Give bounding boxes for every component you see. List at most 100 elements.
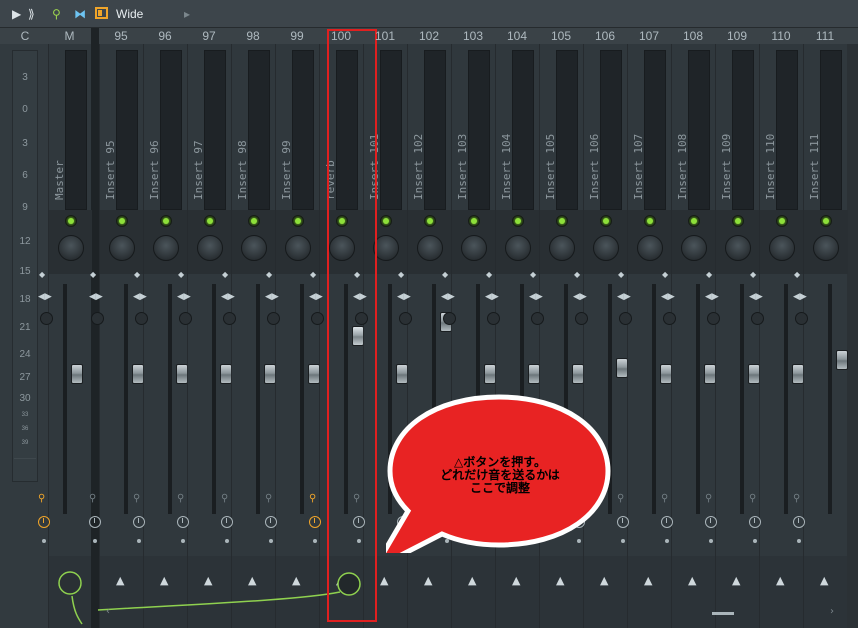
swap-icon[interactable]: ◆ — [662, 271, 668, 279]
swap-icon[interactable]: ◆ — [134, 271, 140, 279]
stereo-icon[interactable]: ◀▶ — [265, 292, 279, 302]
enable-led-icon[interactable] — [732, 215, 744, 227]
swap-icon[interactable]: ◆ — [442, 271, 448, 279]
stereo-icon[interactable]: ◀▶ — [397, 292, 411, 302]
stereo-knob[interactable] — [91, 312, 104, 325]
stereo-icon[interactable]: ◀▶ — [133, 292, 147, 302]
route-dot-icon[interactable] — [797, 539, 801, 543]
menu-arrow-icon[interactable]: ▶ — [12, 7, 21, 21]
stereo-icon[interactable]: ◀▶ — [749, 292, 763, 302]
record-mic-icon[interactable]: ⚲ — [89, 493, 96, 504]
record-mic-icon[interactable]: ⚲ — [793, 493, 800, 504]
send-triangle-icon[interactable]: ▲ — [776, 574, 784, 587]
stereo-icon[interactable]: ◀▶ — [705, 292, 719, 302]
enable-led-icon[interactable] — [512, 215, 524, 227]
latency-clock-icon[interactable] — [705, 516, 717, 528]
stereo-knob[interactable] — [663, 312, 676, 325]
enable-led-icon[interactable] — [248, 215, 260, 227]
swap-icon[interactable]: ◆ — [310, 271, 316, 279]
swap-icon[interactable]: ◆ — [222, 271, 228, 279]
route-dot-icon[interactable] — [93, 539, 97, 543]
send-triangle-icon[interactable]: ▲ — [424, 574, 432, 587]
stereo-icon[interactable]: ◀▶ — [89, 292, 103, 302]
pan-knob[interactable] — [813, 235, 839, 261]
swap-icon[interactable]: ◆ — [266, 271, 272, 279]
record-mic-icon[interactable]: ⚲ — [749, 493, 756, 504]
swap-icon[interactable]: ◆ — [486, 271, 492, 279]
pan-knob[interactable] — [241, 235, 267, 261]
latency-clock-icon[interactable] — [749, 516, 761, 528]
stereo-knob[interactable] — [795, 312, 808, 325]
route-dot-icon[interactable] — [753, 539, 757, 543]
stereo-icon[interactable]: ◀▶ — [441, 292, 455, 302]
send-triangle-icon[interactable]: ▲ — [600, 574, 608, 587]
route-dot-icon[interactable] — [709, 539, 713, 543]
pan-knob[interactable] — [58, 235, 84, 261]
enable-led-icon[interactable] — [776, 215, 788, 227]
latency-clock-icon[interactable] — [89, 516, 101, 528]
pan-knob[interactable] — [197, 235, 223, 261]
stereo-knob[interactable] — [531, 312, 544, 325]
send-triangle-icon[interactable]: ▲ — [732, 574, 740, 587]
pan-knob[interactable] — [549, 235, 575, 261]
swap-icon[interactable]: ◆ — [750, 271, 756, 279]
stereo-knob[interactable] — [399, 312, 412, 325]
pan-knob[interactable] — [109, 235, 135, 261]
latency-clock-icon[interactable] — [309, 516, 321, 528]
enable-led-icon[interactable] — [424, 215, 436, 227]
route-dot-icon[interactable] — [181, 539, 185, 543]
swap-icon[interactable]: ◆ — [706, 271, 712, 279]
mixer-strip[interactable]: Insert 111 ◆ ◀▶ ⚲ ▲ — [793, 44, 848, 628]
pan-knob[interactable] — [769, 235, 795, 261]
send-triangle-icon[interactable]: ▲ — [160, 574, 168, 587]
send-triangle-icon[interactable]: ▲ — [116, 574, 124, 587]
scroll-left-icon[interactable]: ‹ — [106, 606, 110, 617]
send-triangle-icon[interactable]: ▲ — [380, 574, 388, 587]
enable-led-icon[interactable] — [556, 215, 568, 227]
record-mic-icon[interactable]: ⚲ — [705, 493, 712, 504]
swap-icon[interactable]: ◆ — [398, 271, 404, 279]
enable-led-icon[interactable] — [468, 215, 480, 227]
enable-led-icon[interactable] — [204, 215, 216, 227]
stereo-knob[interactable] — [40, 312, 53, 325]
stereo-knob[interactable] — [311, 312, 324, 325]
send-triangle-icon[interactable]: ▲ — [688, 574, 696, 587]
swap-icon[interactable]: ◆ — [794, 271, 800, 279]
stereo-icon[interactable]: ◀▶ — [573, 292, 587, 302]
stereo-icon[interactable]: ◀▶ — [793, 292, 807, 302]
latency-clock-icon[interactable] — [661, 516, 673, 528]
enable-led-icon[interactable] — [65, 215, 77, 227]
swap-icon[interactable]: ◆ — [39, 271, 45, 279]
send-triangle-icon[interactable]: ▲ — [556, 574, 564, 587]
record-mic-icon[interactable]: ⚲ — [661, 493, 668, 504]
enable-led-icon[interactable] — [292, 215, 304, 227]
record-mic-icon[interactable]: ⚲ — [177, 493, 184, 504]
stereo-icon[interactable]: ◀▶ — [485, 292, 499, 302]
pan-knob[interactable] — [417, 235, 443, 261]
record-mic-icon[interactable]: ⚲ — [617, 493, 624, 504]
pin-icon[interactable]: ⚲ — [52, 7, 61, 21]
send-triangle-icon[interactable]: ▲ — [468, 574, 476, 587]
send-triangle-icon[interactable]: ▲ — [248, 574, 256, 587]
volume-fader[interactable] — [71, 364, 83, 384]
enable-led-icon[interactable] — [820, 215, 832, 227]
pan-knob[interactable] — [681, 235, 707, 261]
enable-led-icon[interactable] — [600, 215, 612, 227]
record-mic-icon[interactable]: ⚲ — [38, 493, 45, 504]
send-triangle-icon[interactable]: ▲ — [204, 574, 212, 587]
route-dot-icon[interactable] — [269, 539, 273, 543]
record-mic-icon[interactable]: ⚲ — [309, 493, 316, 504]
swap-icon[interactable]: ◆ — [618, 271, 624, 279]
stereo-knob[interactable] — [707, 312, 720, 325]
enable-led-icon[interactable] — [644, 215, 656, 227]
link-icon[interactable]: ⧓ — [74, 7, 86, 21]
record-mic-icon[interactable]: ⚲ — [221, 493, 228, 504]
route-dot-icon[interactable] — [621, 539, 625, 543]
swap-icon[interactable]: ◆ — [90, 271, 96, 279]
swap-icon[interactable]: ◆ — [574, 271, 580, 279]
pan-knob[interactable] — [637, 235, 663, 261]
horizontal-scrollbar[interactable] — [712, 612, 734, 615]
route-dot-icon[interactable] — [665, 539, 669, 543]
pan-knob[interactable] — [725, 235, 751, 261]
stereo-knob[interactable] — [443, 312, 456, 325]
